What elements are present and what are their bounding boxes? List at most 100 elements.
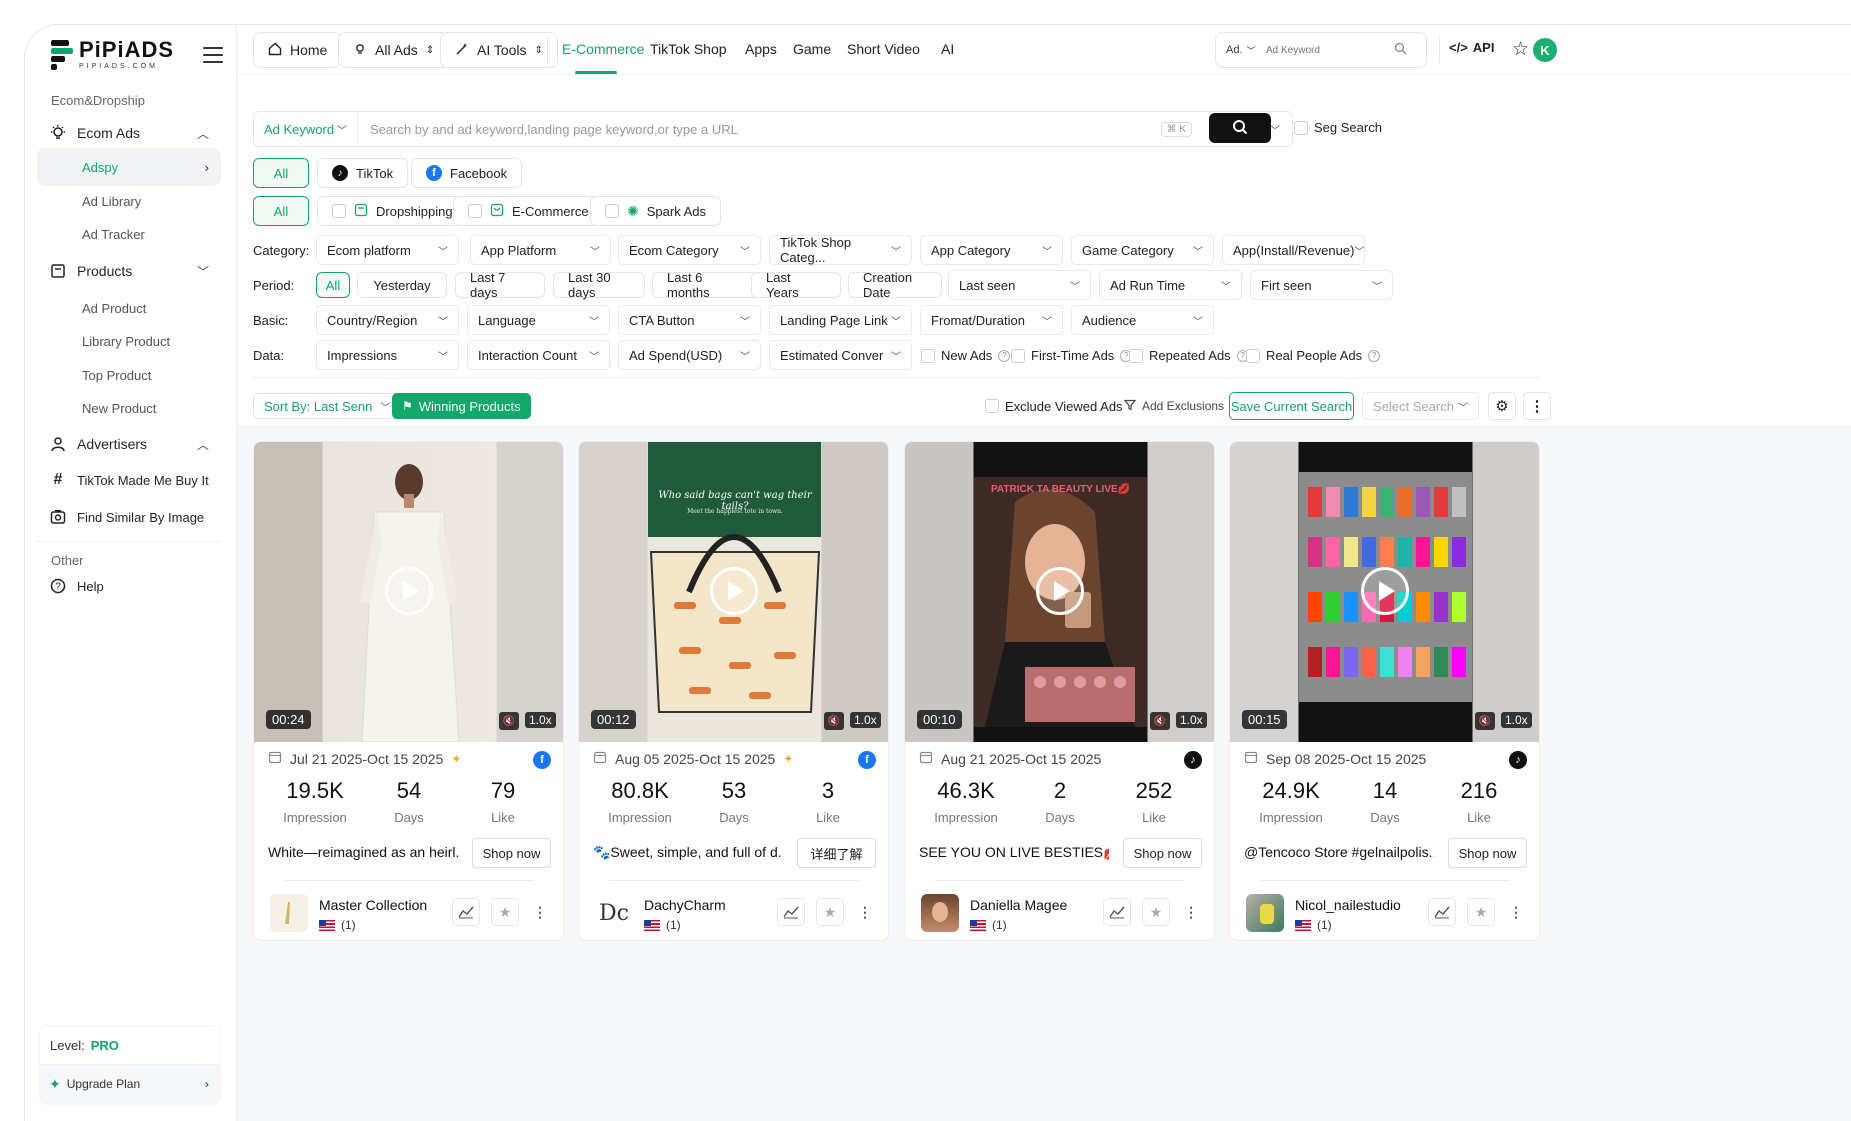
filter-impressions[interactable]: Impressions ﹀	[316, 340, 459, 370]
exclude-viewed-checkbox[interactable]: Exclude Viewed Ads	[985, 393, 1123, 419]
sidebar-item-products[interactable]: Products ﹀	[37, 253, 221, 289]
more-options-icon[interactable]: ⋮	[1502, 898, 1530, 926]
sidebar-item-find-similar[interactable]: Find Similar By Image	[37, 499, 221, 535]
select-search-dropdown[interactable]: Select Search ﹀	[1362, 392, 1479, 420]
mute-icon[interactable]: 🔇	[824, 712, 844, 730]
ad-card[interactable]: 00:15 🔇 1.0x Sep 08 2025-Oct 15 2025 ♪ 2…	[1229, 441, 1540, 941]
platform-facebook[interactable]: f Facebook	[411, 158, 523, 188]
filter-format-duration[interactable]: Fromat/Duration ﹀	[920, 305, 1063, 335]
advertiser-avatar[interactable]	[921, 894, 959, 932]
sidebar-item-library-product[interactable]: Library Product	[37, 322, 221, 360]
filter-landing-page-link[interactable]: Landing Page Link ﹀	[769, 305, 912, 335]
star-icon[interactable]: ☆	[1512, 38, 1529, 61]
playback-speed[interactable]: 1.0x	[525, 712, 556, 728]
avatar[interactable]: K	[1533, 38, 1557, 62]
advertiser-avatar[interactable]	[270, 894, 308, 932]
favorite-star-icon[interactable]: ★	[491, 898, 519, 926]
type-all[interactable]: All	[253, 196, 309, 226]
analytics-chart-icon[interactable]	[1103, 898, 1131, 926]
menu-toggle-icon[interactable]	[203, 47, 223, 63]
more-options-icon[interactable]: ⋮	[526, 898, 554, 926]
add-exclusions-button[interactable]: Add Exclusions	[1123, 393, 1224, 419]
filter-cta-button[interactable]: CTA Button ﹀	[618, 305, 761, 335]
tab-short-video[interactable]: Short Video	[847, 41, 920, 57]
tab-apps[interactable]: Apps	[745, 41, 777, 57]
home-button[interactable]: Home	[253, 32, 343, 68]
ad-thumbnail[interactable]: 00:15 🔇 1.0x	[1230, 442, 1539, 742]
playback-speed[interactable]: 1.0x	[850, 712, 881, 728]
cta-button[interactable]: Shop now	[1448, 838, 1527, 868]
period-all[interactable]: All	[316, 272, 350, 298]
advertiser-name[interactable]: Master Collection	[319, 897, 427, 913]
filter-first-seen[interactable]: Firt seen ﹀	[1250, 270, 1393, 300]
mute-icon[interactable]: 🔇	[1150, 712, 1170, 730]
period-creation-date[interactable]: Creation Date	[848, 270, 942, 300]
favorite-star-icon[interactable]: ★	[1142, 898, 1170, 926]
ad-card[interactable]: PATRICK TA BEAUTY LIVE💋 00:10 🔇 1.0x Aug…	[904, 441, 1215, 941]
play-icon[interactable]	[710, 567, 758, 615]
filter-game-category[interactable]: Game Category ﹀	[1071, 235, 1214, 265]
settings-gear-icon[interactable]: ⚙	[1488, 392, 1516, 420]
filter-ad-run-time[interactable]: Ad Run Time ﹀	[1099, 270, 1242, 300]
tab-ecommerce[interactable]: E-Commerce	[562, 41, 644, 57]
tab-tiktok-shop[interactable]: TikTok Shop	[650, 41, 727, 57]
real-people-ads-checkbox[interactable]: Real People Ads?	[1246, 348, 1381, 363]
sidebar-item-new-product[interactable]: New Product	[37, 389, 221, 427]
all-ads-dropdown[interactable]: All Ads ⇕	[338, 32, 450, 68]
filter-app-platform[interactable]: App Platform ﹀	[470, 235, 611, 265]
logo[interactable]: PiPiADS PIPIADS.COM	[51, 39, 174, 70]
analytics-chart-icon[interactable]	[452, 898, 480, 926]
filter-estimated-conversion[interactable]: Estimated Conver ﹀	[769, 340, 912, 370]
filter-tiktok-shop-category[interactable]: TikTok Shop Categ... ﹀	[769, 235, 912, 265]
period-last-7-days[interactable]: Last 7 days	[455, 270, 545, 300]
type-dropshipping[interactable]: Dropshipping	[317, 196, 468, 226]
advertiser-avatar[interactable]: Dc	[595, 894, 633, 932]
playback-speed[interactable]: 1.0x	[1501, 712, 1532, 728]
cta-button[interactable]: Shop now	[1123, 838, 1202, 868]
filter-language[interactable]: Language ﹀	[467, 305, 610, 335]
type-spark-ads[interactable]: ✺ Spark Ads	[590, 196, 721, 226]
ad-thumbnail[interactable]: PATRICK TA BEAUTY LIVE💋 00:10 🔇 1.0x	[905, 442, 1214, 742]
more-options-icon[interactable]: ⋮	[1177, 898, 1205, 926]
play-icon[interactable]	[1361, 567, 1409, 615]
cta-button[interactable]: Shop now	[472, 838, 551, 868]
sidebar-item-advertisers[interactable]: Advertisers ︿	[37, 426, 221, 462]
play-icon[interactable]	[385, 567, 433, 615]
filter-last-seen[interactable]: Last seen ﹀	[948, 270, 1091, 300]
analytics-chart-icon[interactable]	[1428, 898, 1456, 926]
favorite-star-icon[interactable]: ★	[1467, 898, 1495, 926]
repeated-ads-checkbox[interactable]: Repeated Ads?	[1129, 348, 1249, 363]
platform-tiktok[interactable]: ♪ TikTok	[317, 158, 409, 188]
playback-speed[interactable]: 1.0x	[1176, 712, 1207, 728]
sidebar-item-adspy[interactable]: Adspy ›	[37, 148, 221, 186]
main-search-input[interactable]	[358, 113, 1161, 145]
analytics-chart-icon[interactable]	[777, 898, 805, 926]
search-button[interactable]	[1209, 113, 1271, 143]
filter-ad-spend[interactable]: Ad Spend(USD) ﹀	[618, 340, 761, 370]
period-last-30-days[interactable]: Last 30 days	[553, 270, 645, 300]
advertiser-name[interactable]: Nicol_nailestudio	[1295, 897, 1401, 913]
api-button[interactable]: </> API	[1449, 40, 1494, 55]
ad-card[interactable]: Who said bags can't wag their tails? Mee…	[578, 441, 889, 941]
period-last-6-months[interactable]: Last 6 months	[652, 270, 758, 300]
more-options-icon[interactable]: ⋮	[1523, 392, 1551, 420]
keyword-type-select[interactable]: Ad Keyword ﹀	[254, 112, 358, 146]
more-options-icon[interactable]: ⋮	[851, 898, 879, 926]
filter-app-category[interactable]: App Category ﹀	[920, 235, 1063, 265]
mute-icon[interactable]: 🔇	[1475, 712, 1495, 730]
chevron-down-icon[interactable]: ﹀	[1270, 122, 1280, 137]
sidebar-item-help[interactable]: ? Help	[37, 568, 221, 604]
mute-icon[interactable]: 🔇	[499, 712, 519, 730]
filter-app-install-revenue[interactable]: App(Install/Revenue) ﹀	[1222, 235, 1365, 265]
sort-dropdown[interactable]: Sort By: Last Senn ﹀	[253, 393, 402, 419]
search-type-select[interactable]: Ad. ﹀	[1216, 44, 1260, 57]
tab-ai[interactable]: AI	[941, 41, 954, 57]
filter-audience[interactable]: Audience ﹀	[1071, 305, 1214, 335]
seg-search-checkbox[interactable]: Seg Search	[1294, 120, 1382, 135]
upgrade-plan-button[interactable]: ✦ Upgrade Plan ›	[39, 1065, 221, 1103]
first-time-ads-checkbox[interactable]: First-Time Ads?	[1011, 348, 1133, 363]
ad-thumbnail[interactable]: Who said bags can't wag their tails? Mee…	[579, 442, 888, 742]
filter-country-region[interactable]: Country/Region ﹀	[316, 305, 459, 335]
advertiser-name[interactable]: Daniella Magee	[970, 897, 1067, 913]
advertiser-avatar[interactable]	[1246, 894, 1284, 932]
